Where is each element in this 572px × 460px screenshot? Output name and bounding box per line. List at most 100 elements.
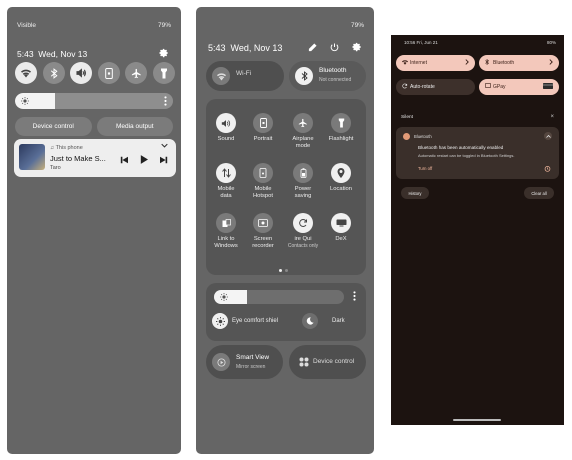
bluetooth-tile[interactable]: Bluetooth: [479, 55, 559, 71]
bluetooth-notification[interactable]: Bluetooth Bluetooth has been automatical…: [396, 127, 559, 179]
quick-share-icon: [293, 213, 313, 233]
media-output-button[interactable]: Media output: [96, 117, 173, 136]
settings-gear-icon[interactable]: [352, 42, 362, 52]
brightness-slider[interactable]: [214, 290, 344, 304]
media-controls: [120, 155, 168, 164]
tile-flashlight[interactable]: Flashlight: [321, 113, 361, 143]
smart-view-tile[interactable]: Smart View Mirror screen: [206, 345, 283, 379]
tile-location-label: Location: [330, 186, 352, 192]
tile-flashlight-label: Flashlight: [328, 136, 354, 142]
airplane-icon: [293, 113, 313, 133]
tile-location[interactable]: Location: [321, 163, 361, 193]
bluetooth-tile-label: Bluetooth: [493, 60, 515, 66]
settings-gear-icon[interactable]: [159, 48, 169, 58]
bluetooth-icon: [301, 71, 308, 81]
tile-mobile-data[interactable]: Mobile data: [206, 163, 246, 200]
clock-date-text: Wed, Nov 13: [230, 43, 283, 53]
tile-quick-share-label: ire Qui: [294, 236, 312, 242]
device-control-icon: [299, 357, 309, 367]
bluetooth-tile-circle: [295, 67, 313, 85]
sound-toggle[interactable]: [70, 62, 93, 84]
device-control-button[interactable]: Device control: [15, 117, 92, 136]
previous-track-icon[interactable]: [120, 155, 128, 164]
mobile-data-icon: [216, 163, 236, 183]
chevron-right-icon: [549, 59, 553, 65]
portrait-toggle[interactable]: [97, 62, 120, 84]
wifi-tile[interactable]: Wi-Fi: [206, 61, 284, 91]
battery-percent: 80%: [546, 40, 556, 45]
power-icon[interactable]: [330, 42, 339, 52]
tile-dex-label: DeX: [335, 236, 347, 242]
bluetooth-toggle[interactable]: [42, 62, 65, 84]
wifi-tile-label: Wi-Fi: [236, 70, 252, 77]
tile-hotspot-label-1: Mobile: [254, 186, 272, 192]
wifi-tile-circle: [212, 67, 230, 85]
portrait-lock-icon: [104, 67, 113, 79]
wifi-icon: [216, 72, 226, 81]
flashlight-toggle[interactable]: [152, 62, 175, 84]
internet-tile[interactable]: Internet: [396, 55, 475, 71]
page-dot: [285, 269, 288, 272]
quick-panel-collapsed: Visible 79% 5:43 Wed, Nov 13 Device cont…: [7, 7, 181, 454]
smart-view-icon: [212, 353, 230, 371]
brightness-more-icon[interactable]: [353, 291, 356, 301]
notification-app-name: Bluetooth: [414, 134, 432, 139]
brightness-card: Eye comfort shiel Dark: [206, 283, 366, 341]
auto-rotate-tile[interactable]: Auto-rotate: [396, 79, 475, 95]
bluetooth-tile[interactable]: Bluetooth Not connected: [289, 61, 366, 91]
album-art: [19, 144, 45, 170]
airplane-toggle[interactable]: [125, 62, 148, 84]
brightness-fill: [214, 290, 247, 304]
wifi-toggle[interactable]: [15, 62, 37, 84]
tile-link-to-windows-label-2: Windows: [214, 243, 238, 249]
tile-sound[interactable]: Sound: [206, 113, 246, 143]
tile-hotspot[interactable]: Mobile Hotspot: [243, 163, 283, 200]
bluetooth-app-icon: [403, 133, 410, 140]
play-icon[interactable]: [140, 155, 148, 164]
turn-off-button[interactable]: Turn off: [418, 166, 432, 171]
brightness-more-icon[interactable]: [164, 96, 167, 106]
gesture-handle: [453, 419, 501, 421]
tile-hotspot-label: Mobile Hotspot: [243, 186, 283, 200]
alarm-icon[interactable]: [544, 165, 551, 172]
brightness-slider[interactable]: [15, 93, 173, 109]
section-header-silent: Silent: [401, 115, 413, 120]
clear-all-button[interactable]: Clear all: [524, 187, 554, 199]
notification-title: Bluetooth has been automatically enabled: [418, 145, 504, 150]
clock-date-text: Wed, Nov 13: [38, 49, 88, 59]
tile-quick-share[interactable]: ire Qui Contacts only: [283, 213, 323, 249]
battery-percent: 79%: [157, 22, 171, 29]
tile-link-to-windows[interactable]: Link to Windows: [206, 213, 246, 250]
next-track-icon[interactable]: [160, 155, 168, 164]
clock-time: 5:43: [17, 49, 34, 59]
tile-airplane[interactable]: Airplane mode: [283, 113, 323, 150]
auto-rotate-tile-label: Auto-rotate: [410, 84, 435, 90]
dark-mode-toggle[interactable]: Dark: [302, 313, 345, 329]
tile-power-saving-label-2: saving: [294, 193, 312, 199]
tile-dex[interactable]: DeX: [321, 213, 361, 243]
media-source-label: This phone: [55, 145, 83, 151]
pixel-notification-shade: 10:56 Fri, Jun 21 80% Internet Bluetooth…: [391, 35, 564, 425]
page-indicator: [279, 269, 288, 272]
tile-screen-recorder[interactable]: Screen recorder: [243, 213, 283, 250]
tile-link-to-windows-label: Link to Windows: [206, 236, 246, 250]
gpay-tile[interactable]: GPay: [479, 79, 559, 95]
flashlight-icon: [160, 68, 167, 78]
device-control-tile[interactable]: Device control: [289, 345, 366, 379]
flashlight-icon: [331, 113, 351, 133]
history-button[interactable]: History: [401, 187, 429, 199]
edit-pencil-icon[interactable]: [308, 42, 317, 52]
tile-quick-share-sub: Contacts only: [287, 243, 319, 249]
tile-portrait[interactable]: Portrait: [243, 113, 283, 143]
rotate-icon: [402, 83, 408, 89]
bluetooth-tile-label: Bluetooth: [319, 67, 347, 74]
eye-comfort-toggle[interactable]: Eye comfort shiel: [212, 313, 278, 329]
close-icon[interactable]: ×: [550, 114, 554, 120]
card-icon: [543, 83, 553, 89]
expand-icon[interactable]: [544, 132, 552, 140]
tile-power-saving[interactable]: Power saving: [283, 163, 323, 200]
wifi-icon: [402, 59, 408, 65]
header-actions: [308, 42, 362, 52]
smart-view-label: Smart View: [236, 354, 270, 361]
chevron-down-icon[interactable]: [161, 143, 168, 148]
